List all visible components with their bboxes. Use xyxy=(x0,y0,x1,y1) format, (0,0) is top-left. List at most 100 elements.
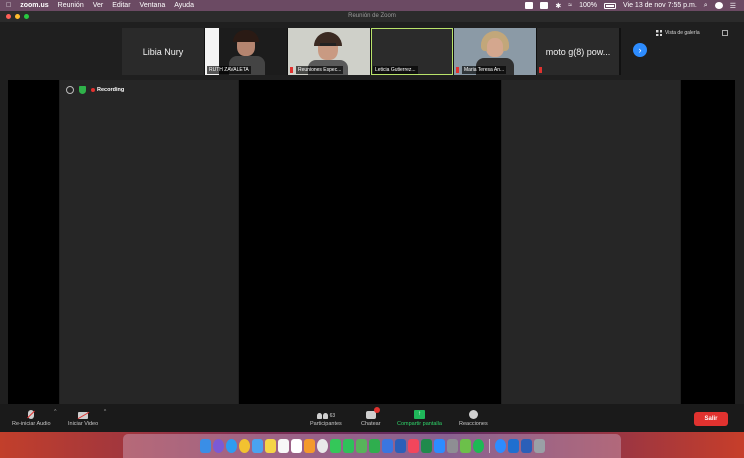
notes-icon[interactable] xyxy=(264,439,276,453)
video-panel-right xyxy=(681,80,735,426)
gallery-view-label: Vista de galería xyxy=(665,30,700,36)
record-dot-icon xyxy=(91,88,95,92)
settings-icon[interactable] xyxy=(446,439,458,453)
calendar-icon[interactable] xyxy=(277,439,289,453)
spotlight-icon[interactable]: ⌕ xyxy=(704,2,708,10)
menu-bar:  zoom.us Reunión Ver Editar Ventana Ayu… xyxy=(0,0,744,11)
bluetooth-icon[interactable]: ✱ xyxy=(555,2,561,10)
muted-mic-icon xyxy=(539,67,542,73)
participant-tile-libia[interactable]: Libia Nury xyxy=(122,28,204,75)
menu-ver[interactable]: Ver xyxy=(93,2,104,9)
menu-reunion[interactable]: Reunión xyxy=(58,2,84,9)
video-options-icon[interactable]: ^ xyxy=(104,409,106,415)
chat-badge xyxy=(373,407,380,413)
participant-tile-reuniones[interactable]: Reuniones Espec... xyxy=(288,28,370,75)
participant-name: Leticia Gutierrez... xyxy=(373,66,418,74)
chat-icon xyxy=(365,407,380,419)
minimize-window-icon[interactable] xyxy=(15,14,20,19)
participant-name: Reuniones Espec... xyxy=(296,66,344,74)
menu-ventana[interactable]: Ventana xyxy=(140,2,166,9)
facetime-icon[interactable] xyxy=(342,439,354,453)
apple-icon[interactable]:  xyxy=(6,2,11,9)
participants-icon xyxy=(316,413,328,419)
maps-icon[interactable] xyxy=(355,439,367,453)
chevron-right-icon: › xyxy=(638,45,642,55)
recording-indicator[interactable]: Recording xyxy=(91,87,124,93)
meeting-window: Libia Nury RUTH ZAVALETA Reuniones Espec… xyxy=(0,22,744,432)
wifi-icon[interactable]: ≈ xyxy=(568,2,572,9)
control-center-icon[interactable]: ☰ xyxy=(730,2,736,10)
share-screen-button[interactable]: ↑ Compartir pantalla xyxy=(397,407,442,427)
messages-icon[interactable] xyxy=(329,439,341,453)
participant-name: Libia Nury xyxy=(142,46,184,57)
shield-icon[interactable] xyxy=(79,86,86,94)
word-icon[interactable] xyxy=(394,439,406,453)
appstore-icon[interactable] xyxy=(433,439,445,453)
reactions-label: Reacciones xyxy=(459,421,488,427)
participants-button[interactable]: 63 Participantes xyxy=(310,407,342,427)
outlook-icon[interactable] xyxy=(507,439,519,453)
screen-mirror-icon[interactable] xyxy=(540,2,549,9)
pages-icon[interactable] xyxy=(303,439,315,453)
participant-hair xyxy=(233,30,259,42)
preview-icon[interactable] xyxy=(459,439,471,453)
menu-editar[interactable]: Editar xyxy=(112,2,130,9)
word-doc-icon[interactable] xyxy=(520,439,532,453)
info-icon[interactable] xyxy=(66,86,74,94)
meeting-toolbar: Re-iniciar Audio ^ Iniciar Video ^ 63 Pa… xyxy=(0,404,744,432)
audio-options-icon[interactable]: ^ xyxy=(54,409,56,415)
participant-tile-leticia[interactable]: Leticia Gutierrez... xyxy=(371,28,453,75)
leave-meeting-button[interactable]: Salir xyxy=(694,412,728,426)
siri-menu-icon[interactable] xyxy=(714,2,723,9)
active-speaker-video xyxy=(239,80,501,426)
battery-percent[interactable]: 100% xyxy=(579,2,597,9)
glasses-icon xyxy=(320,43,336,46)
participant-tile-maria[interactable]: Maria Teresa An... xyxy=(454,28,536,75)
chat-button[interactable]: Chatear xyxy=(361,407,381,427)
keynote-icon[interactable] xyxy=(381,439,393,453)
mic-muted-icon xyxy=(28,410,35,419)
zoom-window-icon[interactable] xyxy=(24,14,29,19)
finder-icon[interactable] xyxy=(199,439,211,453)
reactions-button[interactable]: Reacciones xyxy=(459,407,488,427)
menu-ayuda[interactable]: Ayuda xyxy=(174,2,194,9)
siri-icon[interactable] xyxy=(212,439,224,453)
photos-icon[interactable] xyxy=(316,439,328,453)
recording-label: Recording xyxy=(97,87,125,93)
participant-tile-ruth[interactable]: RUTH ZAVALETA xyxy=(205,28,287,75)
grid-icon xyxy=(656,30,662,36)
audio-button[interactable]: Re-iniciar Audio ^ xyxy=(12,407,57,427)
next-page-button[interactable]: › xyxy=(633,43,647,57)
music-icon[interactable] xyxy=(407,439,419,453)
participant-name: moto g(8) pow... xyxy=(545,46,611,57)
video-label: Iniciar Video xyxy=(68,421,99,427)
menu-app-name[interactable]: zoom.us xyxy=(20,2,48,9)
zoom-status-icon[interactable] xyxy=(525,2,534,9)
participant-tile-moto[interactable]: moto g(8) pow... xyxy=(537,28,619,75)
numbers-icon[interactable] xyxy=(368,439,380,453)
chrome-icon[interactable] xyxy=(238,439,250,453)
muted-mic-icon xyxy=(456,67,459,73)
safari-icon[interactable] xyxy=(225,439,237,453)
video-panel-mid-right xyxy=(502,80,680,426)
meeting-status: Recording xyxy=(66,86,124,94)
window-controls xyxy=(6,14,29,19)
excel-icon[interactable] xyxy=(420,439,432,453)
share-screen-label: Compartir pantalla xyxy=(397,421,442,427)
dock-separator xyxy=(488,439,490,453)
video-button[interactable]: Iniciar Video ^ xyxy=(68,407,106,427)
close-window-icon[interactable] xyxy=(6,14,11,19)
dock xyxy=(123,434,621,458)
clock[interactable]: Vie 13 de nov 7:55 p.m. xyxy=(623,2,697,9)
muted-mic-icon xyxy=(290,67,293,73)
audio-label: Re-iniciar Audio xyxy=(12,421,51,427)
gallery-view-button[interactable]: Vista de galería xyxy=(656,30,700,36)
mail-icon[interactable] xyxy=(251,439,263,453)
fullscreen-icon[interactable] xyxy=(722,30,728,36)
spotify-icon[interactable] xyxy=(472,439,484,453)
reminders-icon[interactable] xyxy=(290,439,302,453)
zoom-icon[interactable] xyxy=(494,439,506,453)
participants-count: 63 xyxy=(329,413,336,419)
battery-icon[interactable] xyxy=(603,2,616,9)
trash-icon[interactable] xyxy=(533,439,545,453)
